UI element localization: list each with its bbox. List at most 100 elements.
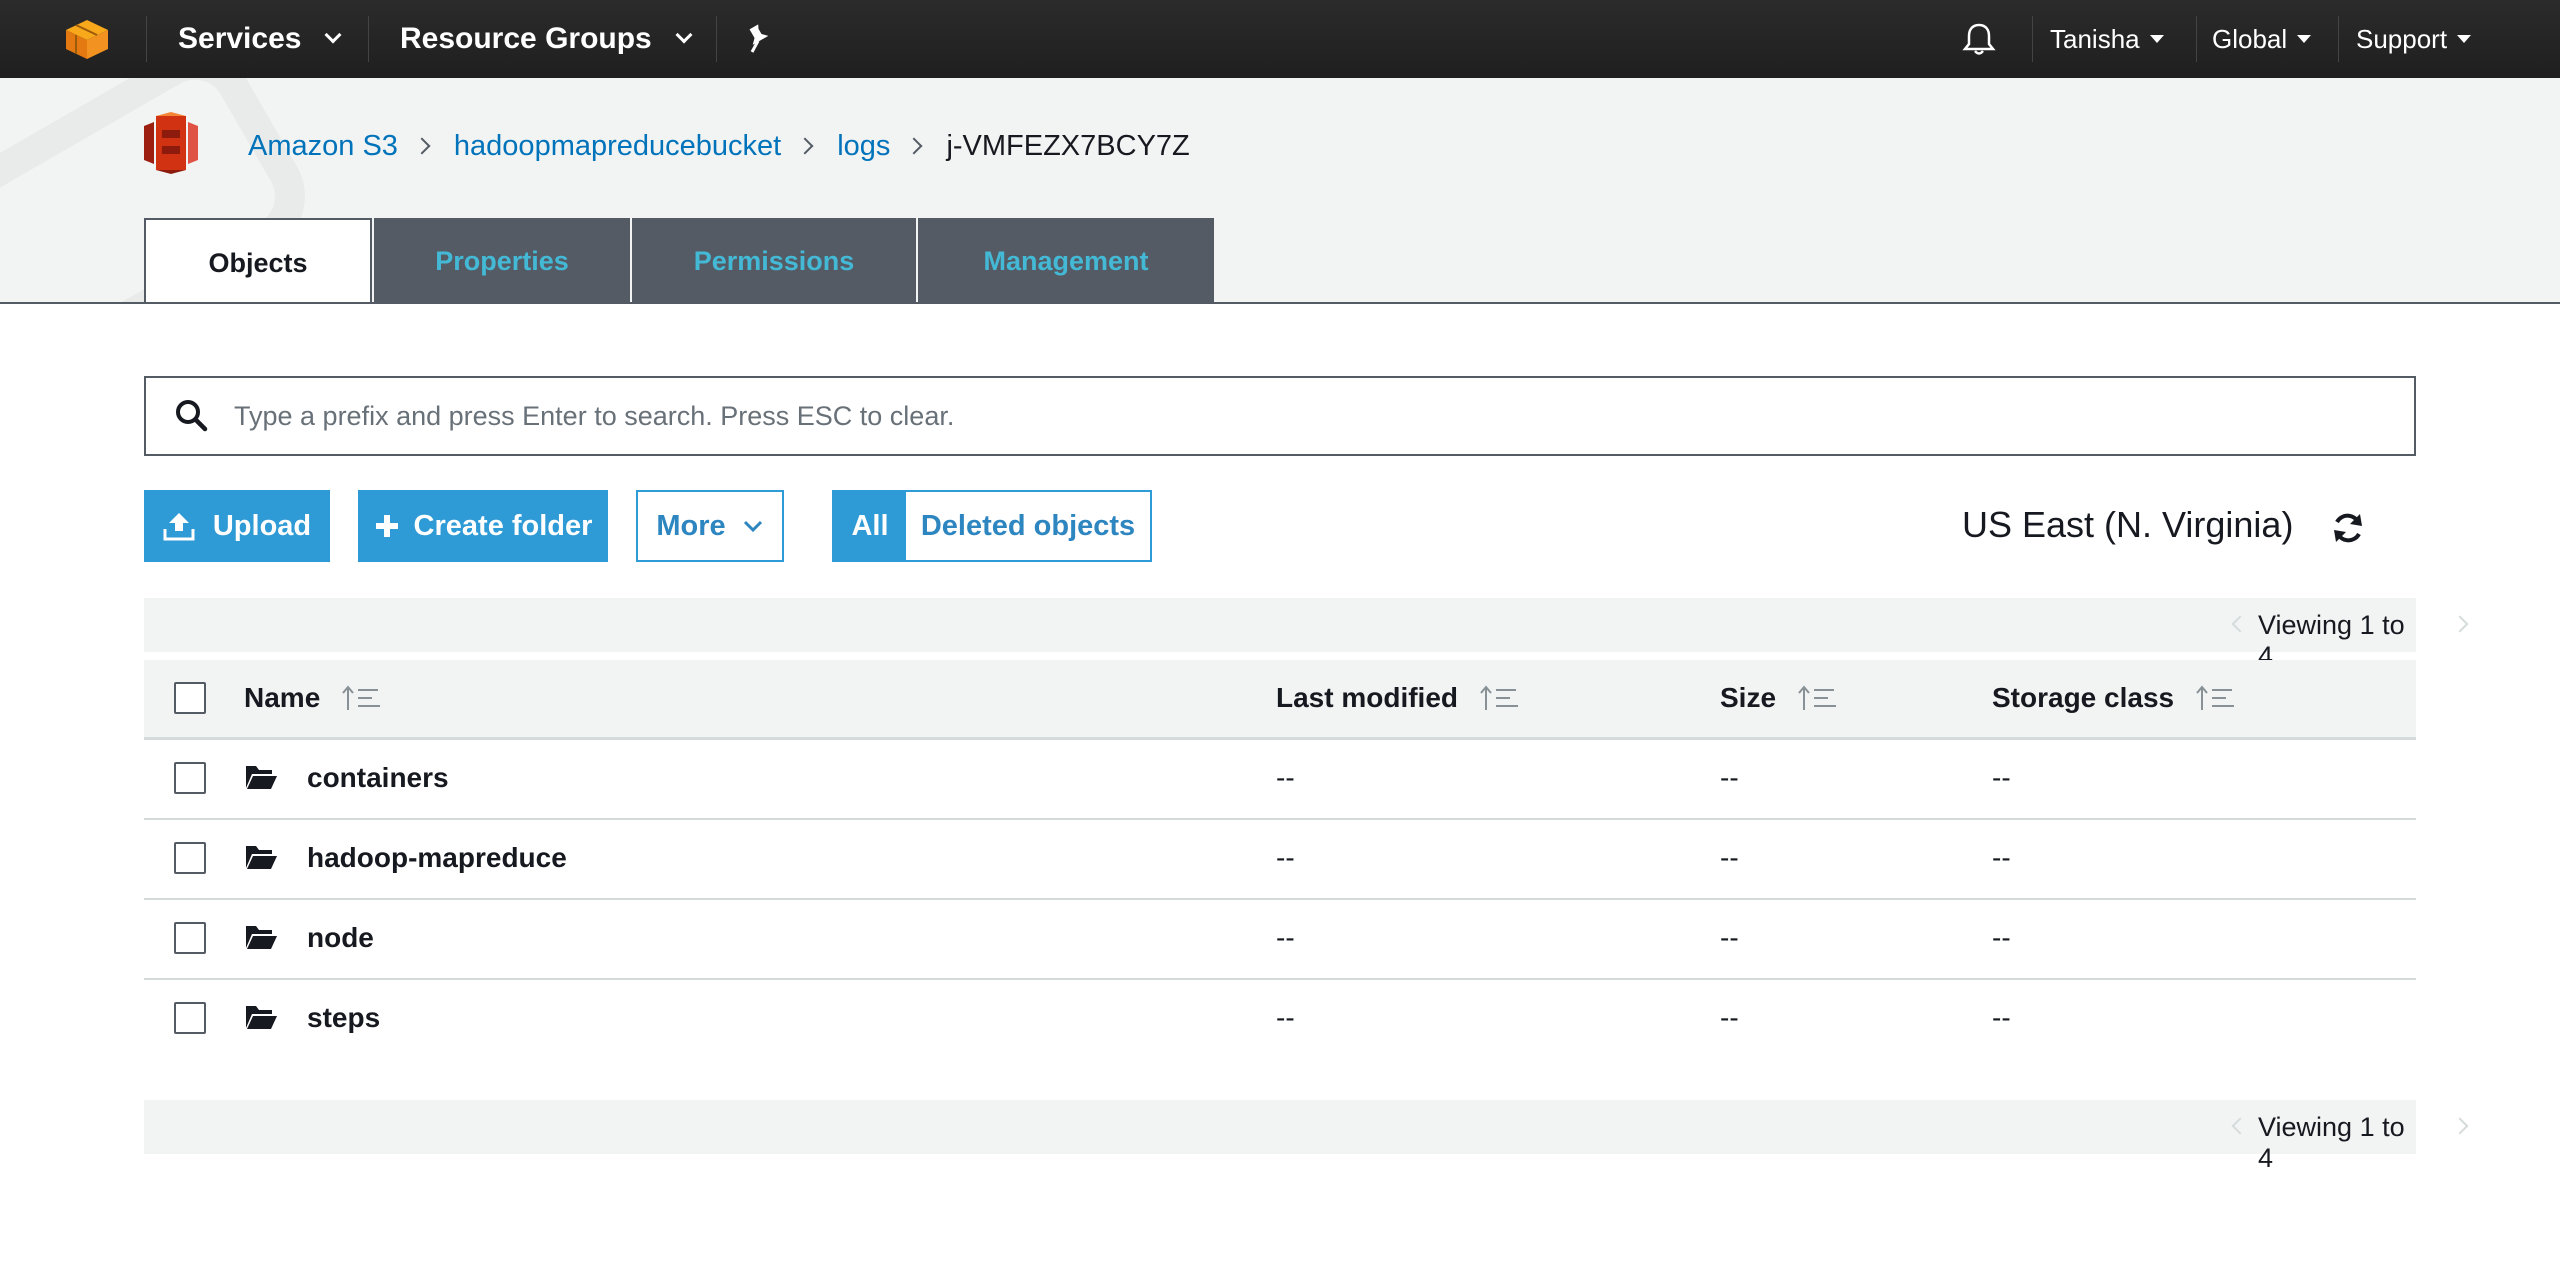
previous-page-icon[interactable] (2231, 1117, 2249, 1135)
column-label: Size (1720, 682, 1777, 713)
viewing-count: Viewing 1 to 4 (2258, 1112, 2405, 1173)
column-label: Last modified (1276, 682, 1459, 713)
chevron-right-icon (413, 137, 431, 155)
size-cell: -- (1720, 1002, 1739, 1033)
folder-name-link[interactable]: containers (307, 762, 449, 794)
chevron-right-icon (905, 137, 923, 155)
folder-name-link[interactable]: node (307, 922, 374, 954)
filter-all-button[interactable]: All (834, 492, 906, 560)
folder-name-link[interactable]: steps (307, 1002, 380, 1034)
next-page-icon[interactable] (2451, 615, 2469, 633)
refresh-icon[interactable] (2330, 510, 2366, 546)
select-all-checkbox[interactable] (174, 682, 206, 714)
s3-bucket-logo-icon (144, 112, 198, 174)
nav-divider (2338, 16, 2339, 62)
storage-class-cell: -- (1992, 1002, 2011, 1033)
user-name: Tanisha (2050, 23, 2140, 54)
size-cell: -- (1720, 762, 1739, 793)
breadcrumb: Amazon S3 hadoopmapreducebucket logs j-V… (248, 126, 1190, 166)
column-header-last-modified[interactable]: Last modified (1276, 682, 1520, 714)
column-header-storage-class[interactable]: Storage class (1992, 682, 2236, 714)
pagination-bar-bottom: Viewing 1 to 4 (144, 1100, 2469, 1173)
pagination-bar-top: Viewing 1 to 4 (144, 598, 2469, 671)
chevron-down-icon (743, 520, 762, 533)
size-cell: -- (1720, 922, 1739, 953)
user-menu[interactable]: Tanisha (2050, 0, 2164, 78)
aws-cube-logo-icon[interactable] (64, 18, 110, 60)
caret-down-icon (2297, 35, 2312, 43)
sort-icon (342, 685, 381, 710)
region-menu[interactable]: Global (2212, 0, 2312, 78)
row-checkbox[interactable] (174, 1002, 206, 1034)
column-label: Storage class (1992, 682, 2175, 713)
caret-down-icon (2149, 35, 2164, 43)
storage-class-cell: -- (1992, 842, 2011, 873)
sort-icon (1798, 685, 1837, 710)
support-menu[interactable]: Support (2356, 0, 2472, 78)
upload-icon (163, 513, 195, 541)
upload-button[interactable]: Upload (144, 490, 330, 562)
notifications-button[interactable] (1962, 0, 1996, 78)
pin-icon (749, 24, 769, 53)
column-header-name[interactable]: Name (244, 682, 382, 714)
bell-icon (1962, 23, 1996, 55)
resource-groups-menu[interactable]: Resource Groups (400, 0, 693, 78)
folder-open-icon (246, 926, 277, 949)
last-modified-cell: -- (1276, 1002, 1295, 1033)
breadcrumb-bucket[interactable]: hadoopmapreducebucket (454, 130, 781, 163)
last-modified-cell: -- (1276, 842, 1295, 873)
table-row[interactable]: node -- -- -- (144, 900, 2416, 980)
chevron-right-icon (796, 137, 814, 155)
services-menu[interactable]: Services (178, 0, 342, 78)
nav-divider (146, 16, 147, 62)
storage-class-cell: -- (1992, 762, 2011, 793)
tab-properties[interactable]: Properties (374, 218, 630, 302)
row-checkbox[interactable] (174, 842, 206, 874)
bucket-region-label: US East (N. Virginia) (1962, 504, 2294, 545)
previous-page-icon[interactable] (2231, 615, 2249, 633)
resource-groups-label: Resource Groups (400, 22, 652, 55)
tab-objects[interactable]: Objects (144, 218, 372, 302)
size-cell: -- (1720, 842, 1739, 873)
folder-open-icon (246, 766, 277, 789)
nav-divider (368, 16, 369, 62)
region-label: Global (2212, 23, 2288, 54)
create-folder-button[interactable]: Create folder (358, 490, 608, 562)
table-row[interactable]: steps -- -- -- (144, 980, 2416, 1060)
breadcrumb-logs[interactable]: logs (837, 130, 890, 163)
search-input[interactable] (234, 400, 2334, 432)
table-row[interactable]: containers -- -- -- (144, 740, 2416, 820)
breadcrumb-amazon-s3[interactable]: Amazon S3 (248, 130, 398, 163)
nav-divider (2196, 16, 2197, 62)
upload-label: Upload (212, 509, 312, 542)
caret-down-icon (2457, 35, 2472, 43)
folder-open-icon (246, 1006, 277, 1029)
services-label: Services (178, 22, 302, 55)
breadcrumb-current: j-VMFEZX7BCY7Z (946, 129, 1190, 162)
last-modified-cell: -- (1276, 762, 1295, 793)
sort-icon (2196, 685, 2235, 710)
folder-name-link[interactable]: hadoop-mapreduce (307, 842, 567, 874)
search-icon (176, 400, 208, 432)
chevron-down-icon (675, 26, 693, 44)
column-header-size[interactable]: Size (1720, 682, 1838, 714)
filter-deleted-objects-button[interactable]: Deleted objects (906, 492, 1150, 560)
tab-management[interactable]: Management (918, 218, 1214, 302)
row-checkbox[interactable] (174, 922, 206, 954)
page-header: Amazon S3 hadoopmapreducebucket logs j-V… (0, 78, 2560, 304)
storage-class-cell: -- (1992, 922, 2011, 953)
table-row[interactable]: hadoop-mapreduce -- -- -- (144, 820, 2416, 900)
row-checkbox[interactable] (174, 762, 206, 794)
top-navigation-bar: Services Resource Groups Tanisha Global … (0, 0, 2560, 78)
version-filter-toggle: All Deleted objects (832, 490, 1152, 562)
column-label: Name (244, 682, 321, 713)
search-bar (144, 376, 2416, 456)
pin-button[interactable] (744, 0, 772, 78)
table-header: Name Last modified Size Storage class (144, 660, 2416, 740)
more-dropdown-button[interactable]: More (636, 490, 784, 562)
next-page-icon[interactable] (2451, 1117, 2469, 1135)
support-label: Support (2356, 23, 2448, 54)
chevron-down-icon (324, 26, 342, 44)
more-label: More (656, 509, 726, 542)
tab-permissions[interactable]: Permissions (632, 218, 916, 302)
